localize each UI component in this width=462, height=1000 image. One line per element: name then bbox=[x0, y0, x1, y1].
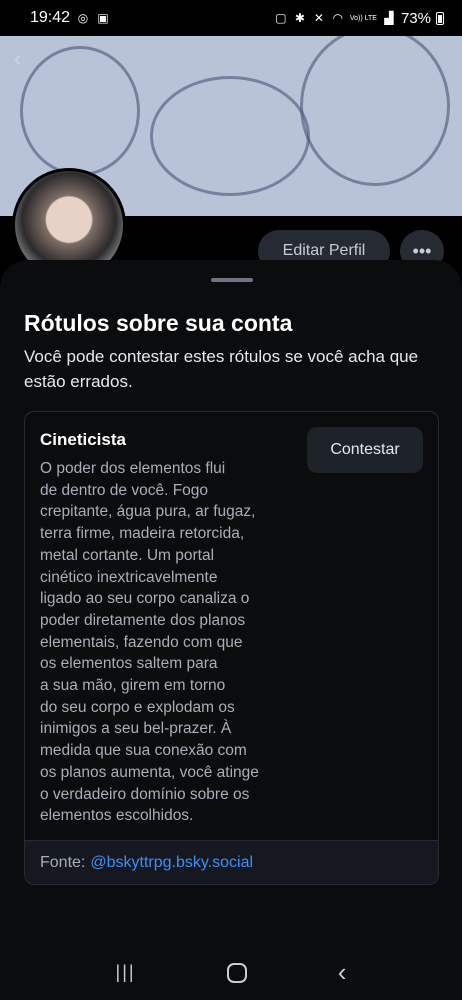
volte-icon: Vo)) LTE bbox=[349, 14, 377, 22]
gallery-icon: ▣ bbox=[97, 11, 109, 25]
battery-icon bbox=[436, 11, 444, 25]
labels-bottom-sheet: Rótulos sobre sua conta Você pode contes… bbox=[0, 260, 462, 1000]
battery-percent: 73% bbox=[400, 9, 431, 27]
back-button[interactable]: ‹ bbox=[338, 957, 347, 988]
recent-apps-button[interactable]: ||| bbox=[116, 962, 136, 983]
whatsapp-icon: ◎ bbox=[77, 11, 89, 25]
nfc-icon: ▢ bbox=[275, 11, 287, 25]
sheet-title: Rótulos sobre sua conta bbox=[24, 310, 293, 336]
mute-icon: ✕ bbox=[313, 11, 324, 25]
label-card: Cineticista Contestar O poder dos elemen… bbox=[24, 411, 439, 885]
system-nav-bar: ||| ‹ bbox=[0, 945, 462, 1000]
sheet-drag-handle[interactable] bbox=[211, 278, 253, 282]
home-button[interactable] bbox=[226, 962, 247, 983]
wifi-icon: ◠ bbox=[332, 11, 344, 25]
source-prefix: Fonte: bbox=[40, 853, 86, 871]
contest-button[interactable]: Contestar bbox=[307, 427, 423, 473]
label-name: Cineticista bbox=[40, 430, 126, 449]
sheet-subtitle: Você pode contestar estes rótulos se voc… bbox=[24, 347, 419, 391]
status-bar: 19:42 ◎ ▣ ▢ ✱ ✕ ◠ Vo)) LTE ▟ 73% bbox=[0, 0, 462, 36]
source-link[interactable]: @bskyttrpg.bsky.social bbox=[90, 854, 253, 872]
clock: 19:42 bbox=[30, 9, 71, 26]
label-source: Fonte: @bskyttrpg.bsky.social bbox=[25, 840, 438, 884]
label-description: O poder dos elementos flui de dentro de … bbox=[40, 460, 259, 825]
back-arrow-icon[interactable]: ‹ bbox=[14, 46, 21, 72]
bluetooth-icon: ✱ bbox=[294, 11, 305, 25]
signal-icon: ▟ bbox=[384, 11, 394, 25]
